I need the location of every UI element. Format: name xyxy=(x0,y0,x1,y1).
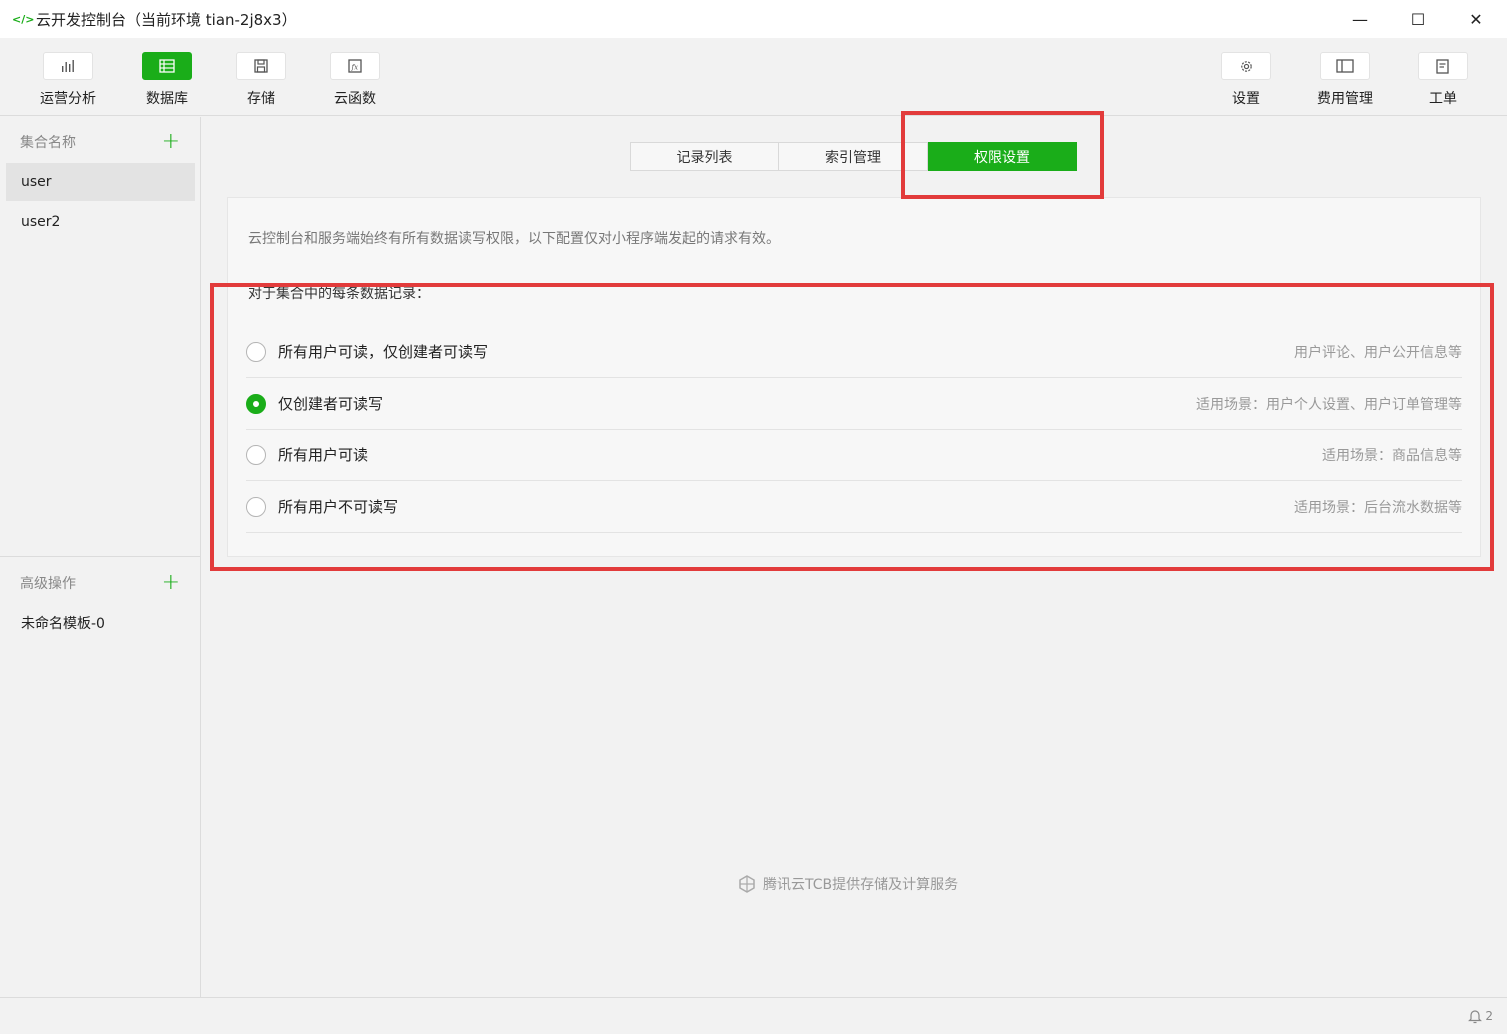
toolbar-settings-button[interactable]: 设置 xyxy=(1211,52,1281,112)
options-highlight-box xyxy=(210,283,1494,571)
sidebar: 集合名称 + user user2 高级操作 + 未命名模板-0 xyxy=(0,117,201,997)
toolbar-analytics-button[interactable]: 运营分析 xyxy=(33,52,103,112)
footer-credit: 腾讯云TCB提供存储及计算服务 xyxy=(737,874,958,894)
window-title: 云开发控制台（当前环境 tian-2j8x3） xyxy=(36,10,297,29)
toolbar-functions-button[interactable]: fx 云函数 xyxy=(320,52,390,112)
toolbar-storage-button[interactable]: 存储 xyxy=(226,52,296,112)
template-item[interactable]: 未命名模板-0 xyxy=(6,604,195,642)
collection-item-user2[interactable]: user2 xyxy=(6,203,195,241)
minimize-button[interactable]: — xyxy=(1331,0,1389,38)
add-template-icon[interactable]: + xyxy=(162,572,180,594)
collections-header: 集合名称 + xyxy=(20,129,180,154)
toolbar-ticket-button[interactable]: 工单 xyxy=(1408,52,1478,112)
collection-item-user[interactable]: user xyxy=(6,163,195,201)
notification-button[interactable]: 2 xyxy=(1468,1008,1493,1024)
save-icon xyxy=(254,59,268,73)
function-icon: fx xyxy=(348,59,362,73)
tencent-cloud-logo-icon xyxy=(739,875,755,893)
status-bar: 2 xyxy=(0,997,1507,1034)
tab-highlight-box xyxy=(901,111,1104,199)
permissions-note: 云控制台和服务端始终有所有数据读写权限，以下配置仅对小程序端发起的请求有效。 xyxy=(248,231,780,247)
tab-records[interactable]: 记录列表 xyxy=(630,142,779,171)
billing-icon xyxy=(1336,59,1354,73)
add-collection-icon[interactable]: + xyxy=(162,131,180,153)
svg-text:fx: fx xyxy=(351,64,359,72)
bell-icon xyxy=(1468,1010,1483,1024)
gear-icon xyxy=(1240,60,1252,72)
maximize-button[interactable]: ☐ xyxy=(1389,0,1447,38)
title-bar: </> 云开发控制台（当前环境 tian-2j8x3） xyxy=(0,0,1507,38)
notification-count: 2 xyxy=(1485,1009,1493,1023)
database-icon xyxy=(159,59,175,73)
toolbar: 运营分析 数据库 存储 fx 云函数 设置 费用管理 工单 xyxy=(0,38,1507,116)
toolbar-billing-button[interactable]: 费用管理 xyxy=(1310,52,1380,112)
advanced-header: 高级操作 + xyxy=(20,570,180,595)
sidebar-divider xyxy=(0,556,200,557)
code-logo-icon: </> xyxy=(12,12,35,26)
bar-chart-icon xyxy=(62,60,74,72)
toolbar-database-button[interactable]: 数据库 xyxy=(132,52,202,112)
close-button[interactable]: ✕ xyxy=(1447,0,1505,38)
ticket-icon xyxy=(1436,58,1449,74)
